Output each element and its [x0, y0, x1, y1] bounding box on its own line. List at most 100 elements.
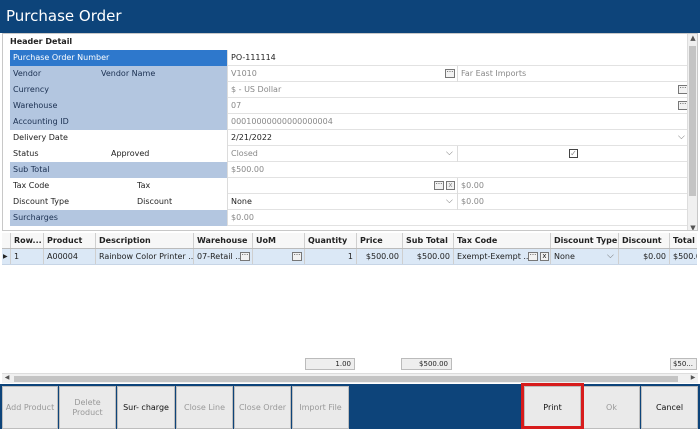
warehouse-value: 07 — [231, 101, 242, 110]
po-number-label[interactable]: Purchase Order Number — [10, 50, 227, 66]
cell-discount-type[interactable]: None ⌵ — [551, 249, 619, 264]
tax-code-label: Tax Code — [10, 178, 134, 194]
cell-quantity[interactable]: 1 — [305, 249, 357, 264]
header-product[interactable]: Product — [44, 233, 96, 248]
vendor-code-value: V1010 — [231, 69, 257, 78]
ok-button[interactable]: Ok — [583, 386, 640, 429]
header-discount[interactable]: Discount — [619, 233, 670, 248]
header-warehouse[interactable]: Warehouse — [194, 233, 253, 248]
tax-code-clear-button[interactable]: x — [446, 181, 455, 190]
accounting-row: Accounting ID 00010000000000000004 — [10, 114, 689, 130]
header-discount-type[interactable]: Discount Type — [551, 233, 619, 248]
approved-checkbox[interactable]: ✓ — [569, 149, 578, 158]
close-line-button[interactable]: Close Line — [176, 386, 233, 429]
tax-code-lookup-button[interactable]: ··· — [434, 181, 444, 190]
cell-discount-type-value: None — [554, 252, 575, 261]
po-number-field[interactable]: PO-111114 — [227, 50, 689, 66]
scroll-down-icon[interactable]: ▼ — [688, 224, 697, 230]
warehouse-field[interactable]: 07 ··· — [227, 98, 689, 114]
surcharges-field: $0.00 — [227, 210, 689, 226]
cell-description[interactable]: Rainbow Color Printer ... — [96, 249, 194, 264]
header-quantity[interactable]: Quantity — [305, 233, 357, 248]
warehouse-cell-lookup-button[interactable]: ··· — [240, 252, 250, 261]
header-total[interactable]: Total — [670, 233, 697, 248]
currency-value: $ - US Dollar — [231, 85, 282, 94]
tax-row: Tax Code Tax ··· x $0.00 — [10, 178, 689, 194]
delivery-date-value: 2/21/2022 — [231, 133, 273, 142]
cell-warehouse[interactable]: 07-Retail ... ··· — [194, 249, 253, 264]
delivery-date-field[interactable]: 2/21/2022 ⌵ — [227, 130, 689, 146]
status-dropdown[interactable]: Closed ⌵ — [227, 146, 457, 162]
discount-type-value: None — [231, 197, 252, 206]
chevron-down-icon: ⌵ — [446, 196, 453, 206]
grid-horizontal-scrollbar[interactable]: ◀ ▶ — [2, 373, 698, 383]
scroll-thumb[interactable] — [689, 46, 696, 196]
vendor-name-label: Vendor Name — [98, 66, 227, 82]
chevron-down-icon[interactable]: ⌵ — [678, 130, 685, 145]
delete-product-button[interactable]: Delete Product — [59, 386, 116, 429]
action-toolbar: Add Product Delete Product Sur- charge C… — [0, 384, 700, 429]
header-price[interactable]: Price — [357, 233, 403, 248]
header-subtotal[interactable]: Sub Total — [403, 233, 454, 248]
discount-type-dropdown[interactable]: None ⌵ — [227, 194, 457, 210]
cell-total: $500.00 — [673, 252, 697, 261]
header-indicator — [2, 233, 11, 248]
warehouse-label: Warehouse — [10, 98, 227, 114]
cell-tax-code-value: Exempt-Exempt ... — [457, 252, 532, 261]
status-row: Status Approved Closed ⌵ ✓ — [10, 146, 689, 162]
section-title: Header Detail — [10, 37, 73, 46]
currency-field[interactable]: $ - US Dollar ··· — [227, 82, 689, 98]
cell-uom[interactable]: ··· — [253, 249, 305, 264]
discount-type-label: Discount Type — [10, 194, 134, 210]
tax-code-cell-clear-button[interactable]: x — [540, 252, 549, 261]
cell-row-number[interactable]: 1 — [11, 249, 44, 264]
accounting-field[interactable]: 00010000000000000004 — [227, 114, 689, 130]
cell-discount[interactable]: $0.00 — [619, 249, 670, 264]
accounting-label: Accounting ID — [10, 114, 227, 130]
tax-field: $0.00 — [457, 178, 689, 194]
table-row[interactable]: ▶ 1 A00004 Rainbow Color Printer ... 07-… — [2, 249, 697, 265]
chevron-down-icon[interactable]: ⌵ — [607, 249, 614, 264]
import-file-button[interactable]: Import File — [292, 386, 349, 429]
status-label: Status — [10, 146, 108, 162]
header-description[interactable]: Description — [96, 233, 194, 248]
cell-price[interactable]: $500.00 — [357, 249, 403, 264]
delivery-row: Delivery Date 2/21/2022 ⌵ — [10, 130, 689, 146]
header-uom[interactable]: UoM — [253, 233, 305, 248]
horizontal-scroll-thumb[interactable] — [14, 376, 678, 382]
vendor-lookup-button[interactable]: ··· — [445, 69, 455, 78]
delivery-label: Delivery Date — [10, 130, 227, 146]
add-product-button[interactable]: Add Product — [2, 386, 58, 429]
header-scrollbar[interactable]: ▲ ▼ — [687, 34, 697, 230]
scroll-left-icon[interactable]: ◀ — [2, 374, 12, 381]
discount-field: $0.00 — [457, 194, 689, 210]
tax-code-field[interactable]: ··· x — [227, 178, 457, 194]
vendor-code-field[interactable]: V1010 ··· — [227, 66, 457, 82]
scroll-right-icon[interactable]: ▶ — [688, 374, 698, 381]
cell-product[interactable]: A00004 — [44, 249, 96, 264]
cell-tax-code[interactable]: Exempt-Exempt ... ··· x — [454, 249, 551, 264]
tax-label: Tax — [134, 178, 227, 194]
tax-code-cell-lookup-button[interactable]: ··· — [528, 252, 538, 261]
discount-row: Discount Type Discount None ⌵ $0.00 — [10, 194, 689, 210]
vendor-name-field: Far East Imports — [457, 66, 689, 82]
header-detail-panel: Header Detail Purchase Order Number PO-1… — [2, 33, 698, 231]
vendor-row: Vendor Vendor Name V1010 ··· Far East Im… — [10, 66, 689, 82]
surcharges-row: Surcharges $0.00 — [10, 210, 689, 226]
currency-label: Currency — [10, 82, 227, 98]
subtotal-total: $500.00 — [401, 358, 452, 370]
close-order-button[interactable]: Close Order — [234, 386, 291, 429]
subtotal-row: Sub Total $500.00 — [10, 162, 689, 178]
scroll-up-icon[interactable]: ▲ — [688, 34, 697, 42]
header-row[interactable]: Row... — [11, 233, 44, 248]
print-highlight-frame — [521, 383, 584, 429]
approved-cell: ✓ — [457, 146, 689, 162]
approved-label: Approved — [108, 146, 227, 162]
window-title: Purchase Order — [0, 0, 700, 33]
surcharge-button[interactable]: Sur- charge — [117, 386, 175, 429]
cancel-button[interactable]: Cancel — [641, 386, 698, 429]
chevron-down-icon: ⌵ — [446, 148, 453, 158]
header-tax-code[interactable]: Tax Code — [454, 233, 551, 248]
uom-cell-lookup-button[interactable]: ··· — [292, 252, 302, 261]
discount-label: Discount — [134, 194, 227, 210]
